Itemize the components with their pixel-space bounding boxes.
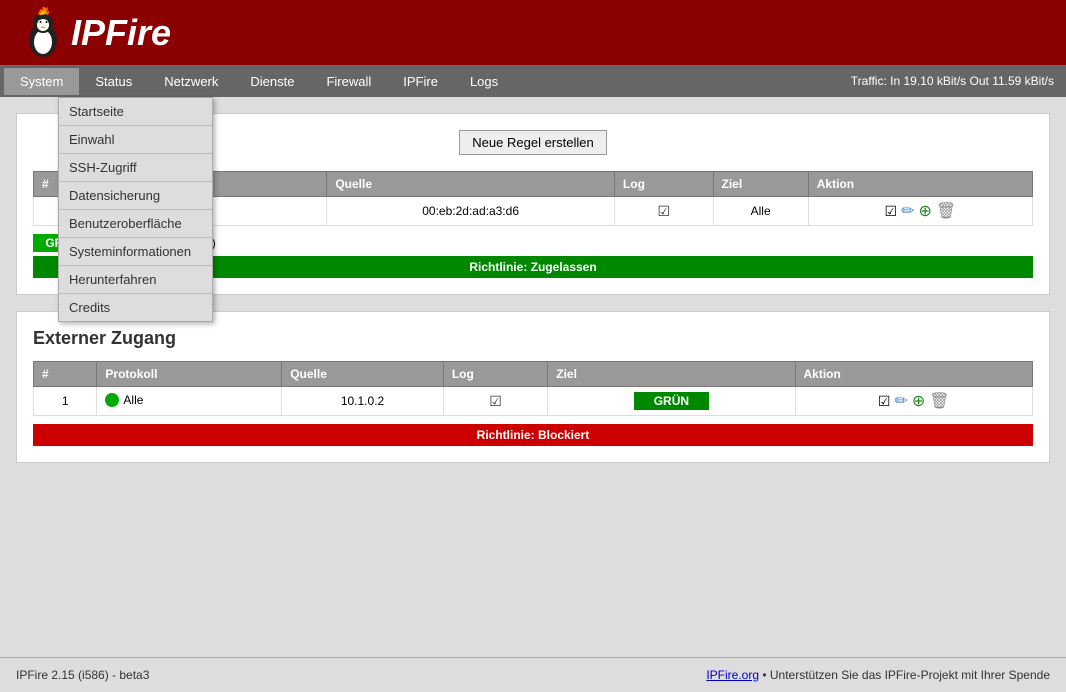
action2-icons-group: ☑ ✏ ⊕ 🗑 [804, 391, 1024, 411]
navbar: System Status Netzwerk Dienste Firewall … [0, 65, 1066, 97]
protocol-label2: Alle [123, 393, 143, 407]
edit-icon[interactable]: ✏ [901, 201, 914, 221]
col-aktion: Aktion [808, 172, 1032, 197]
col2-quelle: Quelle [282, 362, 444, 387]
tab-ipfire[interactable]: IPFire [387, 68, 454, 95]
cell2-log: ☑ [443, 387, 547, 416]
logo-icon [16, 5, 71, 60]
cell-log: ☑ [614, 197, 713, 226]
col2-ziel: Ziel [548, 362, 795, 387]
rule2-checkbox[interactable]: ☑ [878, 393, 891, 410]
cell2-aktion: ☑ ✏ ⊕ 🗑 [795, 387, 1032, 416]
logo-text: IPFire [71, 12, 171, 54]
system-dropdown-menu: Startseite Einwahl SSH-Zugriff Datensich… [58, 97, 213, 322]
col2-log: Log [443, 362, 547, 387]
cell-ziel: Alle [713, 197, 808, 226]
footer-link[interactable]: IPFire.org [706, 668, 759, 682]
log-checkbox-icon: ☑ [657, 203, 670, 219]
delete-icon[interactable]: 🗑 [936, 201, 956, 221]
col2-aktion: Aktion [795, 362, 1032, 387]
cell2-quelle: 10.1.0.2 [282, 387, 444, 416]
menu-credits[interactable]: Credits [59, 294, 212, 321]
header: IPFire [0, 0, 1066, 65]
section2-title: Externer Zugang [33, 328, 1033, 349]
menu-systeminformationen[interactable]: Systeminformationen [59, 238, 212, 266]
section2-table: # Protokoll Quelle Log Ziel Aktion 1 [33, 361, 1033, 416]
menu-ssh-zugriff[interactable]: SSH-Zugriff [59, 154, 212, 182]
tab-status[interactable]: Status [79, 68, 148, 95]
menu-einwahl[interactable]: Einwahl [59, 126, 212, 154]
section2-box: Externer Zugang # Protokoll Quelle Log Z… [16, 311, 1050, 463]
footer-right-text: • Unterstützen Sie das IPFire-Projekt mi… [759, 668, 1050, 682]
col2-num: # [34, 362, 97, 387]
delete2-icon[interactable]: 🗑 [929, 391, 949, 411]
footer-right: IPFire.org • Unterstützen Sie das IPFire… [706, 668, 1050, 682]
rule-checkbox[interactable]: ☑ [885, 203, 898, 220]
menu-benutzeroberflaeche[interactable]: Benutzeroberfläche [59, 210, 212, 238]
col-ziel: Ziel [713, 172, 808, 197]
copy-icon[interactable]: ⊕ [919, 201, 932, 221]
policy-bar-blockiert: Richtlinie: Blockiert [33, 424, 1033, 446]
tab-firewall[interactable]: Firewall [310, 68, 387, 95]
copy2-icon[interactable]: ⊕ [912, 391, 925, 411]
footer-left: IPFire 2.15 (i586) - beta3 [16, 668, 149, 682]
menu-herunterfahren[interactable]: Herunterfahren [59, 266, 212, 294]
col-quelle: Quelle [327, 172, 615, 197]
cell-aktion: ☑ ✏ ⊕ 🗑 [808, 197, 1032, 226]
tab-netzwerk[interactable]: Netzwerk [148, 68, 234, 95]
cell2-ziel: GRÜN [548, 387, 795, 416]
edit2-icon[interactable]: ✏ [894, 391, 907, 411]
cell-quelle: 00:eb:2d:ad:a3:d6 [327, 197, 615, 226]
footer: IPFire 2.15 (i586) - beta3 IPFire.org • … [0, 657, 1066, 692]
menu-datensicherung[interactable]: Datensicherung [59, 182, 212, 210]
status-dot-green [105, 393, 119, 407]
cell2-num: 1 [34, 387, 97, 416]
menu-startseite[interactable]: Startseite [59, 98, 212, 126]
col-log: Log [614, 172, 713, 197]
action-icons-group: ☑ ✏ ⊕ 🗑 [817, 201, 1024, 221]
nav-tabs: System Status Netzwerk Dienste Firewall … [4, 68, 514, 95]
table-row: 1 Alle 10.1.0.2 ☑ GRÜN [34, 387, 1033, 416]
traffic-info: Traffic: In 19.10 kBit/s Out 11.59 kBit/… [851, 74, 1062, 88]
tab-logs[interactable]: Logs [454, 68, 514, 95]
new-rule-button[interactable]: Neue Regel erstellen [459, 130, 606, 155]
log2-checkbox-icon: ☑ [489, 393, 502, 409]
tab-dienste[interactable]: Dienste [234, 68, 310, 95]
cell2-protokoll: Alle [97, 387, 282, 416]
ziel-green-badge: GRÜN [634, 392, 709, 410]
col2-protokoll: Protokoll [97, 362, 282, 387]
tab-system[interactable]: System [4, 68, 79, 95]
